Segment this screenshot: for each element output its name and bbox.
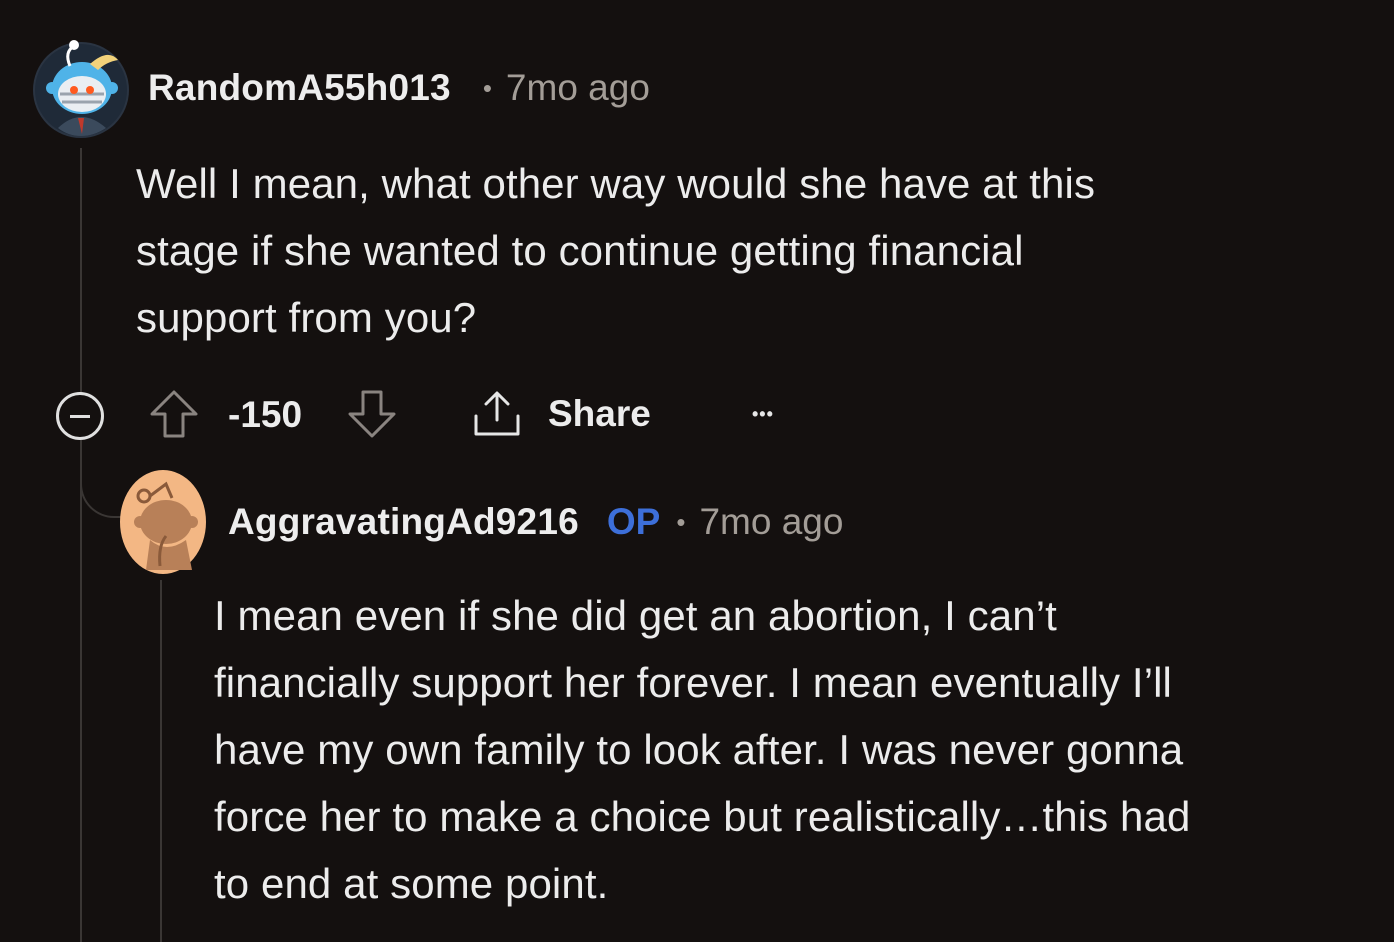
upvote-button[interactable] [148, 388, 200, 440]
comment-line: Well I mean, what other way would she ha… [136, 160, 1096, 207]
avatar[interactable] [120, 466, 206, 574]
upvote-arrow-icon [150, 390, 198, 438]
vote-score: -150 [228, 394, 303, 435]
minus-icon [70, 414, 90, 418]
share-button[interactable]: Share [470, 388, 651, 440]
username[interactable]: AggravatingAd9216 [228, 501, 579, 543]
comment-line: stage if she wanted to continue getting … [136, 227, 1024, 274]
comment: RandomA55h013 • 7mo ago Well I mean, wha… [0, 0, 1394, 460]
more-options-button[interactable]: ••• [752, 394, 774, 434]
timestamp[interactable]: 7mo ago [506, 67, 650, 109]
comment-line: financially support her forever. I mean … [214, 659, 1172, 706]
separator-dot: • [482, 72, 492, 103]
username[interactable]: RandomA55h013 [148, 67, 451, 109]
comment-line: force her to make a choice but realistic… [214, 793, 1191, 840]
avatar[interactable] [30, 36, 132, 138]
share-icon [474, 391, 520, 436]
comment-header: AggravatingAd9216 OP • 7mo ago [228, 498, 843, 546]
comment-line: have my own family to look after. I was … [214, 726, 1184, 773]
ellipsis-icon: ••• [752, 403, 774, 424]
comment-line: I mean even if she did get an abortion, … [214, 592, 1057, 639]
reply-comment: AggravatingAd9216 OP • 7mo ago I mean ev… [0, 460, 1394, 942]
separator-dot: • [676, 506, 686, 537]
downvote-button[interactable] [346, 388, 398, 440]
downvote-arrow-icon [348, 390, 396, 438]
op-badge: OP [606, 501, 661, 542]
collapse-thread-button[interactable] [56, 392, 104, 440]
comment-line: support from you? [136, 294, 477, 341]
share-label: Share [548, 393, 651, 434]
comment-body: Well I mean, what other way would she ha… [136, 150, 1336, 351]
comment-header: RandomA55h013 • 7mo ago [148, 64, 650, 112]
timestamp[interactable]: 7mo ago [699, 501, 843, 543]
comment-body: I mean even if she did get an abortion, … [214, 582, 1374, 917]
comment-line: to end at some point. [214, 860, 609, 907]
